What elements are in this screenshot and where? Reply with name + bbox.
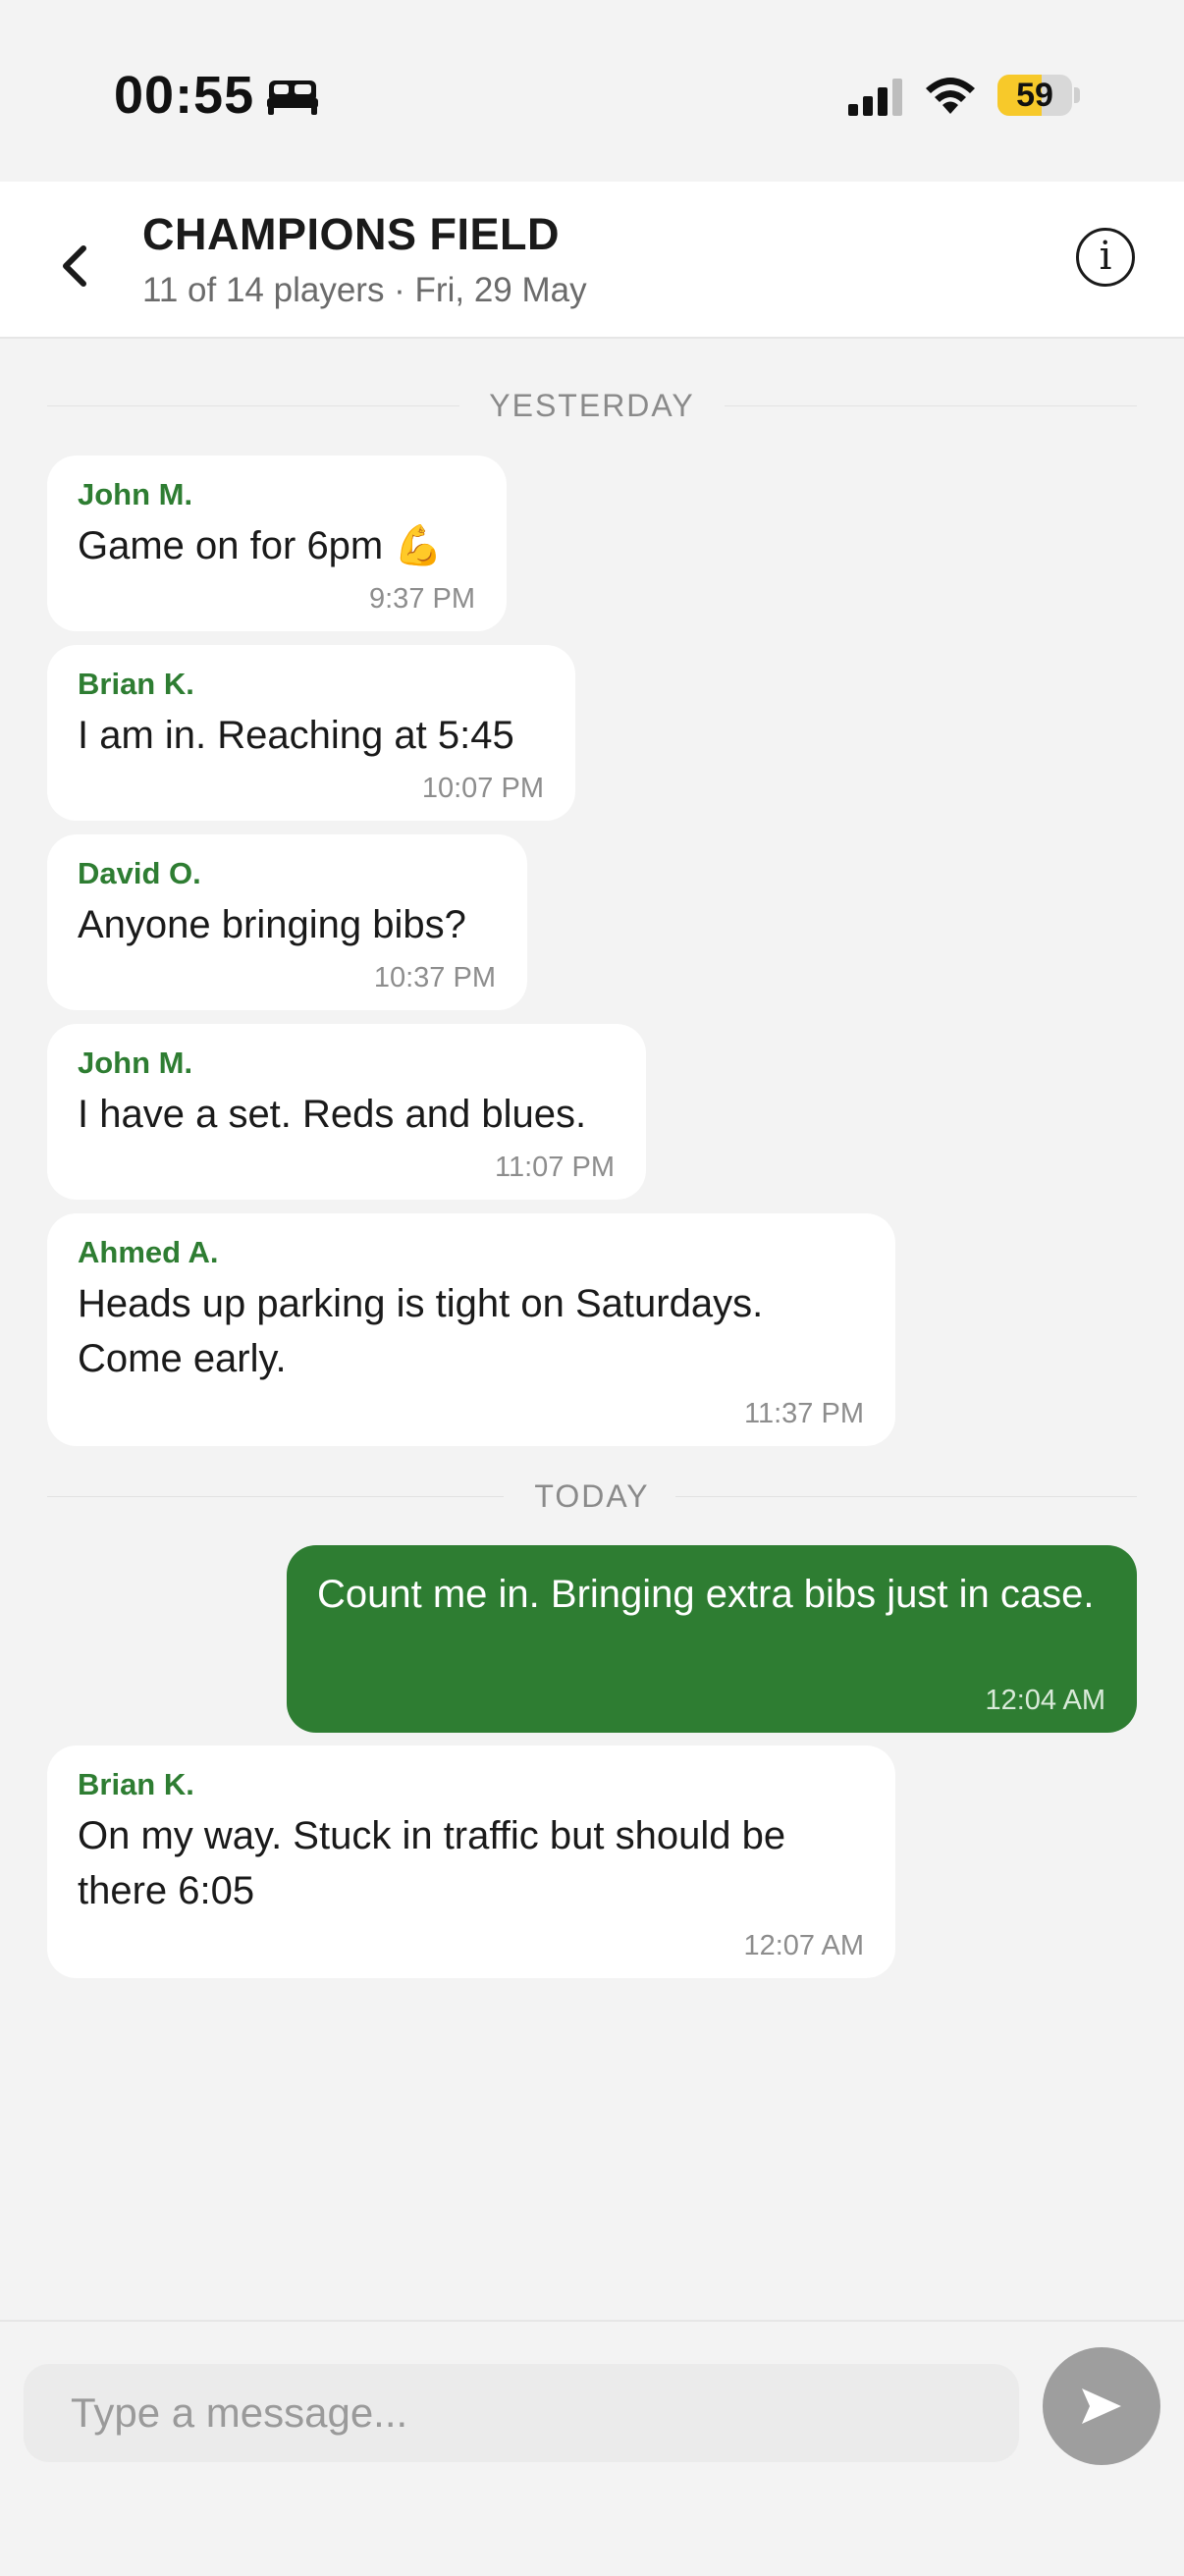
message-time: 10:37 PM bbox=[373, 962, 496, 993]
info-button[interactable]: i bbox=[1076, 228, 1135, 287]
message-bubble[interactable]: Brian K. I am in. Reaching at 5:45 10:07… bbox=[47, 645, 575, 821]
date-divider-label: TODAY bbox=[534, 1478, 650, 1514]
message-sender: Brian K. bbox=[78, 1767, 194, 1801]
date-divider-label: YESTERDAY bbox=[489, 388, 695, 423]
info-icon: i bbox=[1099, 234, 1112, 279]
message-sender: Ahmed A. bbox=[78, 1235, 219, 1269]
status-bar: 00:55 59 bbox=[0, 0, 1184, 182]
my-message-bubble[interactable]: Count me in. Bringing extra bibs just in… bbox=[287, 1545, 1137, 1733]
message-input[interactable] bbox=[24, 2364, 1019, 2462]
message-text: On my way. Stuck in traffic but should b… bbox=[78, 1814, 786, 1912]
wifi-icon bbox=[926, 78, 975, 114]
chat-header: CHAMPIONS FIELD 11 of 14 players · Fri, … bbox=[0, 182, 1184, 339]
message-text: Anyone bringing bibs? bbox=[78, 903, 466, 946]
chat-title: CHAMPIONS FIELD bbox=[142, 209, 561, 259]
message-text: Game on for 6pm 💪 bbox=[78, 524, 444, 567]
message-bubble[interactable]: John M. I have a set. Reds and blues. 11… bbox=[47, 1024, 646, 1200]
message-time: 11:07 PM bbox=[495, 1152, 615, 1183]
sleep-focus-icon bbox=[267, 80, 318, 115]
date-divider-yesterday: YESTERDAY bbox=[47, 384, 1137, 427]
message-time: 10:07 PM bbox=[421, 773, 544, 804]
message-text: Count me in. Bringing extra bibs just in… bbox=[317, 1573, 1095, 1616]
battery-icon: 59 bbox=[997, 75, 1072, 116]
back-button[interactable] bbox=[54, 239, 97, 294]
message-text: I am in. Reaching at 5:45 bbox=[78, 714, 514, 757]
status-time: 00:55 bbox=[114, 66, 255, 125]
cellular-signal-icon bbox=[848, 79, 902, 116]
message-time: 9:37 PM bbox=[369, 583, 475, 615]
message-sender: Brian K. bbox=[78, 667, 194, 701]
chevron-left-icon bbox=[63, 245, 86, 287]
message-bubble[interactable]: Ahmed A. Heads up parking is tight on Sa… bbox=[47, 1213, 895, 1446]
message-bubble[interactable]: David O. Anyone bringing bibs? 10:37 PM bbox=[47, 834, 527, 1010]
send-arrow-icon bbox=[1082, 2388, 1121, 2424]
message-sender: John M. bbox=[78, 1046, 193, 1080]
battery-cap bbox=[1074, 87, 1080, 103]
message-sender: John M. bbox=[78, 477, 193, 511]
message-sender: David O. bbox=[78, 856, 201, 890]
message-text: Heads up parking is tight on Saturdays. … bbox=[78, 1282, 764, 1380]
message-bubble[interactable]: Brian K. On my way. Stuck in traffic but… bbox=[47, 1745, 895, 1978]
message-time: 12:04 AM bbox=[985, 1685, 1105, 1716]
battery-percentage: 59 bbox=[1016, 77, 1053, 114]
message-text: I have a set. Reds and blues. bbox=[78, 1093, 587, 1136]
message-composer bbox=[0, 2320, 1184, 2576]
chat-subtitle: 11 of 14 players · Fri, 29 May bbox=[142, 271, 587, 309]
message-time: 11:37 PM bbox=[744, 1398, 864, 1429]
message-time: 12:07 AM bbox=[743, 1930, 864, 1961]
date-divider-today: TODAY bbox=[47, 1475, 1137, 1518]
message-bubble[interactable]: John M. Game on for 6pm 💪 9:37 PM bbox=[47, 456, 507, 631]
send-button[interactable] bbox=[1043, 2347, 1160, 2465]
